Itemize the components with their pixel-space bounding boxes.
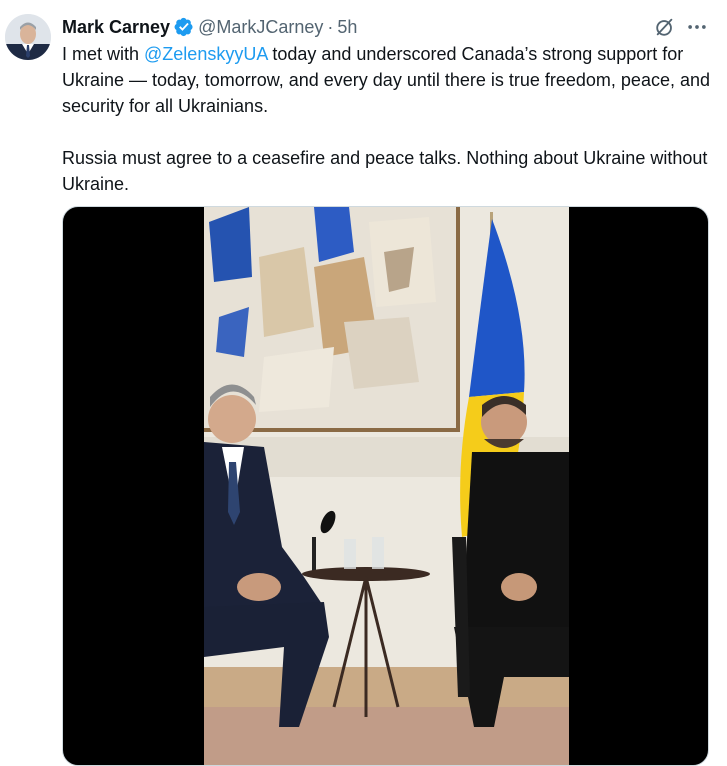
- tweet-timestamp[interactable]: 5h: [337, 17, 357, 38]
- verified-badge-icon: [174, 17, 193, 37]
- grok-button[interactable]: [652, 14, 678, 40]
- tweet-paragraph-2: Russia must agree to a ceasefire and pea…: [62, 148, 708, 194]
- paragraph-1-start: I met with: [62, 44, 145, 64]
- tweet-header: Mark Carney @MarkJCarney · 5h: [62, 14, 357, 40]
- tweet-media[interactable]: [62, 206, 709, 766]
- tweet-text: I met with @ZelenskyyUA today and unders…: [62, 41, 712, 197]
- separator-dot: ·: [327, 16, 334, 37]
- author-name[interactable]: Mark Carney: [62, 17, 170, 38]
- author-avatar[interactable]: [5, 14, 51, 60]
- mention-link[interactable]: @ZelenskyyUA: [144, 44, 267, 64]
- avatar-image: [5, 14, 51, 60]
- author-handle[interactable]: @MarkJCarney: [198, 17, 323, 38]
- more-options-icon: [688, 25, 706, 29]
- video-frame: [204, 207, 569, 765]
- grok-icon: [656, 18, 673, 36]
- tweet-paragraph-1: I met with @ZelenskyyUA today and unders…: [62, 41, 712, 119]
- more-options-button[interactable]: [683, 14, 711, 40]
